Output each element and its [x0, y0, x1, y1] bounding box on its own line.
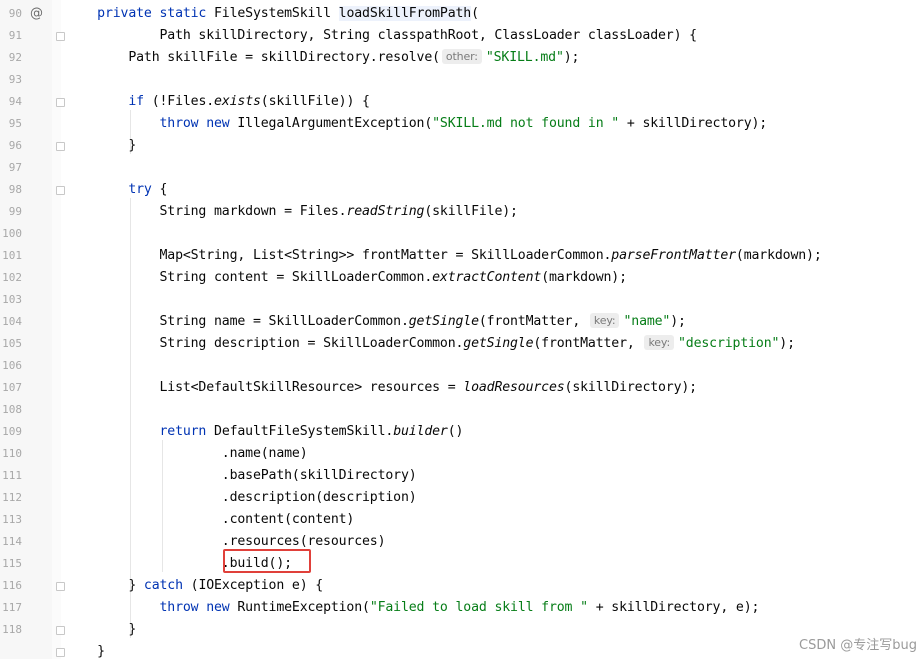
code-text: .content(content)	[221, 512, 355, 527]
code-text: Map<String, List<String>> frontMatter = …	[159, 248, 822, 263]
code-text: } catch (IOException e) {	[128, 578, 324, 593]
line-number: 103	[2, 293, 22, 306]
code-line: 106	[0, 355, 923, 377]
line-number: 94	[8, 95, 22, 108]
line-number: 91	[8, 29, 22, 42]
code-line: 103	[0, 289, 923, 311]
line-number: 111	[2, 469, 22, 482]
code-text: .description(description)	[221, 490, 417, 505]
fold-icon[interactable]	[56, 582, 65, 591]
code-line: 110 .name(name)	[0, 443, 923, 465]
code-line: 114 .resources(resources)	[0, 531, 923, 553]
code-line: 118 }	[0, 619, 923, 641]
code-line: 116 } catch (IOException e) {	[0, 575, 923, 597]
code-editor[interactable]: 90 @ private static FileSystemSkill load…	[0, 0, 923, 659]
fold-icon[interactable]	[56, 626, 65, 635]
code-text: }	[97, 644, 105, 659]
code-text: Path skillDirectory, String classpathRoo…	[159, 28, 697, 43]
code-line: 108	[0, 399, 923, 421]
code-text: throw new IllegalArgumentException("SKIL…	[159, 116, 768, 131]
parameter-hint: key:	[589, 313, 620, 328]
code-line: 100	[0, 223, 923, 245]
line-number: 95	[8, 117, 22, 130]
line-number: 100	[2, 227, 22, 240]
code-line: 107 List<DefaultSkillResource> resources…	[0, 377, 923, 399]
line-number: 93	[8, 73, 22, 86]
code-line: 109 return DefaultFileSystemSkill.builde…	[0, 421, 923, 443]
line-number: 110	[2, 447, 22, 460]
line-number: 92	[8, 51, 22, 64]
fold-icon[interactable]	[56, 98, 65, 107]
code-text: try {	[128, 182, 168, 197]
code-line: 94 if (!Files.exists(skillFile)) {	[0, 91, 923, 113]
line-number: 109	[2, 425, 22, 438]
line-number: 116	[2, 579, 22, 592]
line-number: 106	[2, 359, 22, 372]
code-text: Path skillFile = skillDirectory.resolve(…	[128, 49, 580, 65]
line-number: 107	[2, 381, 22, 394]
code-line: 90 @ private static FileSystemSkill load…	[0, 3, 923, 25]
line-number: 115	[2, 557, 22, 570]
line-number: 96	[8, 139, 22, 152]
code-line: 117 throw new RuntimeException("Failed t…	[0, 597, 923, 619]
code-text: String description = SkillLoaderCommon.g…	[159, 335, 795, 351]
line-number: 104	[2, 315, 22, 328]
code-line: 92 Path skillFile = skillDirectory.resol…	[0, 47, 923, 69]
line-number: 102	[2, 271, 22, 284]
line-number: 118	[2, 623, 22, 636]
code-text: .name(name)	[221, 446, 308, 461]
code-line: 95 throw new IllegalArgumentException("S…	[0, 113, 923, 135]
fold-icon[interactable]	[56, 142, 65, 151]
line-number: 114	[2, 535, 22, 548]
line-number: 98	[8, 183, 22, 196]
line-number: 113	[2, 513, 22, 526]
code-line: 96 }	[0, 135, 923, 157]
line-number: 90	[8, 7, 22, 20]
code-text: if (!Files.exists(skillFile)) {	[128, 94, 370, 109]
highlight-box-build	[223, 549, 311, 573]
code-text: }	[128, 138, 137, 153]
line-number: 112	[2, 491, 22, 504]
line-number: 117	[2, 601, 22, 614]
code-line: 113 .content(content)	[0, 509, 923, 531]
override-marker-icon[interactable]: @	[30, 3, 43, 25]
code-line: 97	[0, 157, 923, 179]
parameter-hint: key:	[644, 335, 675, 350]
code-line: 101 Map<String, List<String>> frontMatte…	[0, 245, 923, 267]
code-text: .basePath(skillDirectory)	[221, 468, 417, 483]
code-text: List<DefaultSkillResource> resources = l…	[159, 380, 697, 395]
fold-icon[interactable]	[56, 32, 65, 41]
fold-icon[interactable]	[56, 648, 65, 657]
fold-icon[interactable]	[56, 186, 65, 195]
code-line: 98 try {	[0, 179, 923, 201]
code-line: 102 String content = SkillLoaderCommon.e…	[0, 267, 923, 289]
line-number: 101	[2, 249, 22, 262]
method-declaration: loadSkillFromPath	[338, 6, 472, 21]
code-line: 115 .build();	[0, 553, 923, 575]
code-text: private static FileSystemSkill loadSkill…	[97, 6, 479, 21]
code-text: return DefaultFileSystemSkill.builder()	[159, 424, 464, 439]
code-line: 104 String name = SkillLoaderCommon.getS…	[0, 311, 923, 333]
code-line: 112 .description(description)	[0, 487, 923, 509]
code-text: String name = SkillLoaderCommon.getSingl…	[159, 313, 686, 329]
line-number: 105	[2, 337, 22, 350]
line-number: 99	[8, 205, 22, 218]
code-line: }	[0, 641, 923, 659]
code-line: 111 .basePath(skillDirectory)	[0, 465, 923, 487]
code-line: 91 Path skillDirectory, String classpath…	[0, 25, 923, 47]
code-text: String markdown = Files.readString(skill…	[159, 204, 518, 219]
line-number: 97	[8, 161, 22, 174]
parameter-hint: other:	[441, 49, 482, 64]
code-line: 105 String description = SkillLoaderComm…	[0, 333, 923, 355]
code-text: }	[128, 622, 137, 637]
code-line: 99 String markdown = Files.readString(sk…	[0, 201, 923, 223]
code-text: throw new RuntimeException("Failed to lo…	[159, 600, 760, 615]
code-text: String content = SkillLoaderCommon.extra…	[159, 270, 627, 285]
code-line: 93	[0, 69, 923, 91]
watermark: CSDN @专注写bug	[799, 638, 917, 653]
line-number: 108	[2, 403, 22, 416]
